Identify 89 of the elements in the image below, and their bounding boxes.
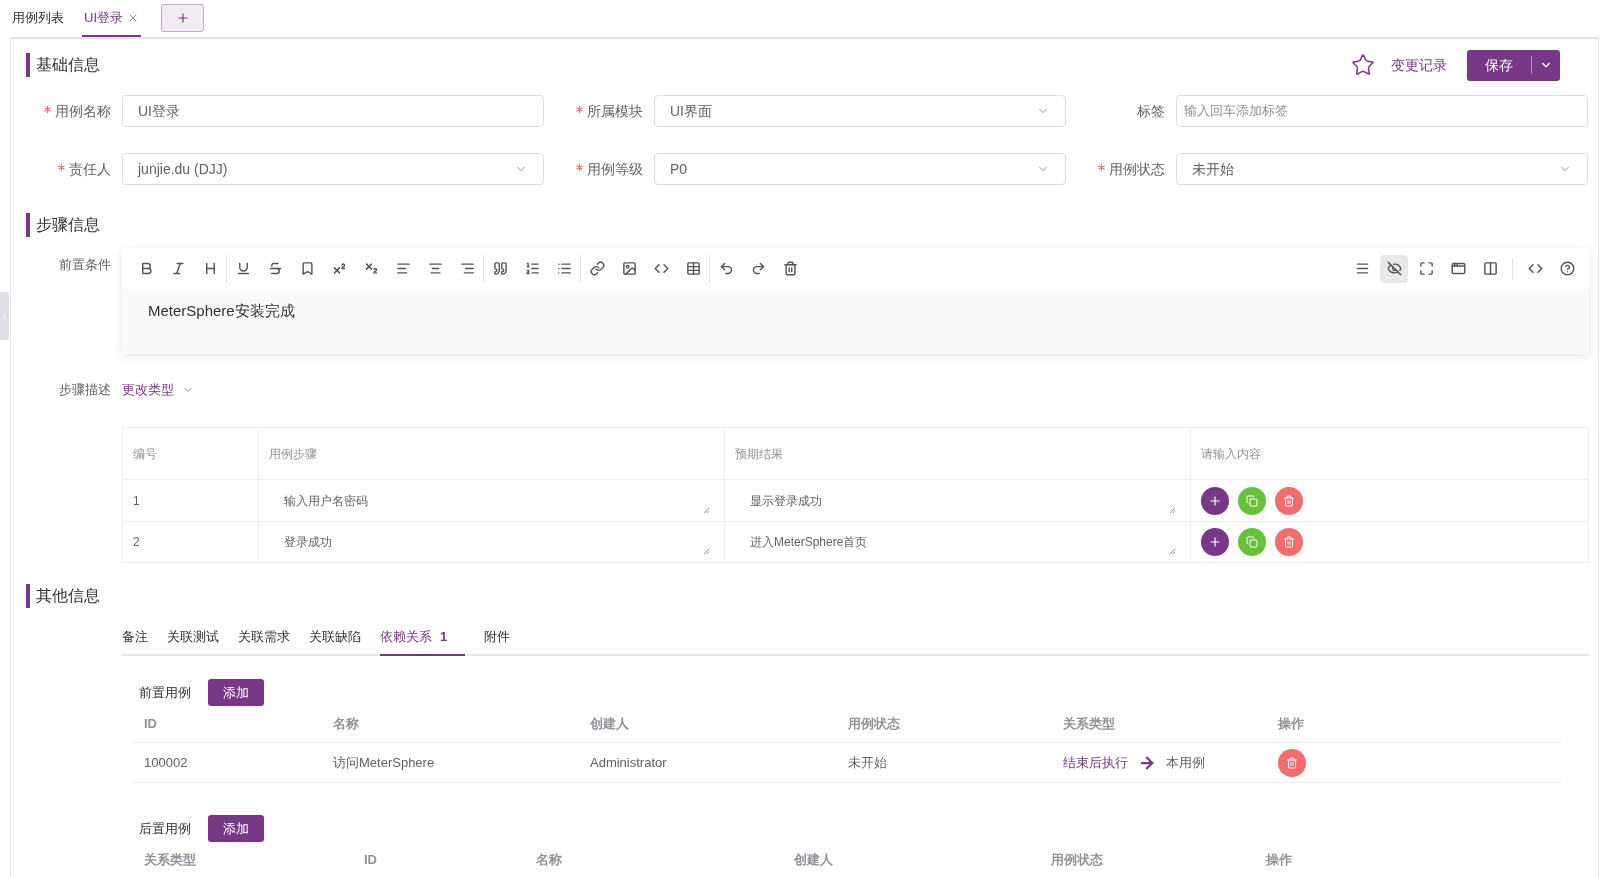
add-step-button[interactable]: [1201, 486, 1229, 515]
section-accent-bar: [26, 53, 30, 77]
section-title: 基础信息: [36, 55, 100, 75]
field-label: 责任人: [69, 159, 111, 179]
history-link[interactable]: 变更记录: [1391, 54, 1447, 76]
text-area[interactable]: 输入用户名密码: [269, 484, 714, 517]
field-label: 前置条件: [58, 256, 111, 274]
select-field[interactable]: junjie.du (DJJ): [122, 153, 544, 185]
section-accent-bar: [26, 213, 30, 237]
table-cell-text: 1: [133, 492, 140, 510]
column-header: ID: [364, 851, 377, 870]
column-header: 关系类型: [144, 851, 196, 870]
field-label: 用例状态: [1109, 159, 1165, 179]
section-tab[interactable]: 关联测试: [167, 620, 219, 656]
section-tab[interactable]: 依赖关系 1: [380, 620, 466, 656]
section-tab[interactable]: 备注: [122, 620, 148, 656]
add-step-button[interactable]: [1201, 528, 1229, 556]
column-header: ID: [144, 715, 157, 734]
delete-step-button[interactable]: [1275, 486, 1303, 515]
column-header: 创建人: [794, 851, 833, 870]
trash-icon: [1286, 756, 1298, 769]
column-header: 编号: [133, 445, 157, 463]
trash-icon: [1283, 536, 1295, 548]
input-field[interactable]: UI登录: [122, 95, 544, 127]
add-button[interactable]: 添加: [208, 815, 264, 842]
plus-icon: [175, 11, 190, 25]
text-area[interactable]: 进入MeterSphere首页: [735, 526, 1180, 558]
resize-handle-icon[interactable]: [1169, 548, 1176, 555]
section-accent-bar: [26, 584, 30, 608]
required-asterisk-icon: [1098, 163, 1105, 171]
field-label: 步骤描述: [58, 381, 111, 400]
required-asterisk-icon: [576, 163, 583, 171]
column-header: 用例步骤: [269, 445, 317, 463]
eye-off-icon[interactable]: [1380, 254, 1408, 283]
section-title: 步骤信息: [36, 215, 100, 235]
trash-icon: [1283, 494, 1295, 507]
column-header: 关系类型: [1063, 715, 1115, 734]
plus-icon: [1208, 493, 1222, 508]
field-label: 用例等级: [587, 159, 643, 179]
column-header: 名称: [536, 851, 562, 870]
delete-step-button[interactable]: [1275, 528, 1303, 556]
column-header: 请输入内容: [1201, 445, 1261, 463]
subsection-label: 后置用例: [138, 819, 192, 838]
plus-icon: [1208, 535, 1222, 549]
required-asterisk-icon: [44, 105, 51, 113]
collapse-handle[interactable]: [0, 292, 9, 340]
table-cell-text: 访问MeterSphere: [333, 753, 435, 772]
section-tab[interactable]: 关联缺陷: [309, 620, 361, 656]
page-tab[interactable]: UI登录: [82, 0, 141, 37]
select-field[interactable]: 未开始: [1176, 153, 1588, 185]
column-header: 操作: [1266, 851, 1292, 870]
star-icon[interactable]: [1351, 53, 1375, 77]
table-cell-text: 100002: [144, 753, 188, 772]
select-field[interactable]: UI界面: [654, 95, 1066, 127]
field-label: 标签: [1137, 101, 1165, 121]
field-label: 所属模块: [587, 101, 643, 121]
subsection-label: 前置用例: [138, 683, 192, 702]
section-tab[interactable]: 关联需求: [238, 620, 290, 656]
section-title: 其他信息: [36, 586, 100, 606]
relation-target-text: 本用例: [1166, 753, 1205, 772]
column-header: 操作: [1278, 715, 1304, 734]
required-asterisk-icon: [58, 163, 65, 171]
resize-handle-icon[interactable]: [703, 548, 710, 555]
field-label: 用例名称: [55, 101, 111, 121]
column-header: 名称: [333, 715, 359, 734]
text-area[interactable]: 登录成功: [269, 526, 714, 558]
page-tab[interactable]: 用例列表: [10, 0, 66, 37]
column-header: 创建人: [590, 715, 629, 734]
column-header: 预期结果: [735, 445, 783, 463]
resize-handle-icon[interactable]: [703, 506, 710, 514]
editor-text: MeterSphere安装完成: [148, 302, 295, 319]
add-button[interactable]: 添加: [208, 679, 264, 706]
relation-type-text: 结束后执行: [1063, 753, 1128, 772]
resize-handle-icon[interactable]: [1169, 506, 1176, 514]
text-area[interactable]: 显示登录成功: [735, 484, 1180, 517]
section-tab[interactable]: 附件: [484, 620, 511, 656]
table-cell-text: 2: [133, 534, 140, 551]
save-button[interactable]: 保存: [1467, 49, 1560, 81]
table-cell-text: 未开始: [848, 753, 887, 772]
required-asterisk-icon: [576, 105, 583, 113]
delete-button[interactable]: [1278, 748, 1306, 777]
change-type-link[interactable]: 更改类型: [122, 380, 194, 400]
copy-icon: [1246, 536, 1258, 548]
column-header: 用例状态: [1051, 851, 1103, 870]
select-field[interactable]: P0: [654, 153, 1066, 185]
table-cell-text: Administrator: [590, 753, 667, 772]
copy-icon: [1246, 494, 1258, 507]
tab-count: 1: [440, 628, 448, 647]
column-header: 用例状态: [848, 715, 900, 734]
